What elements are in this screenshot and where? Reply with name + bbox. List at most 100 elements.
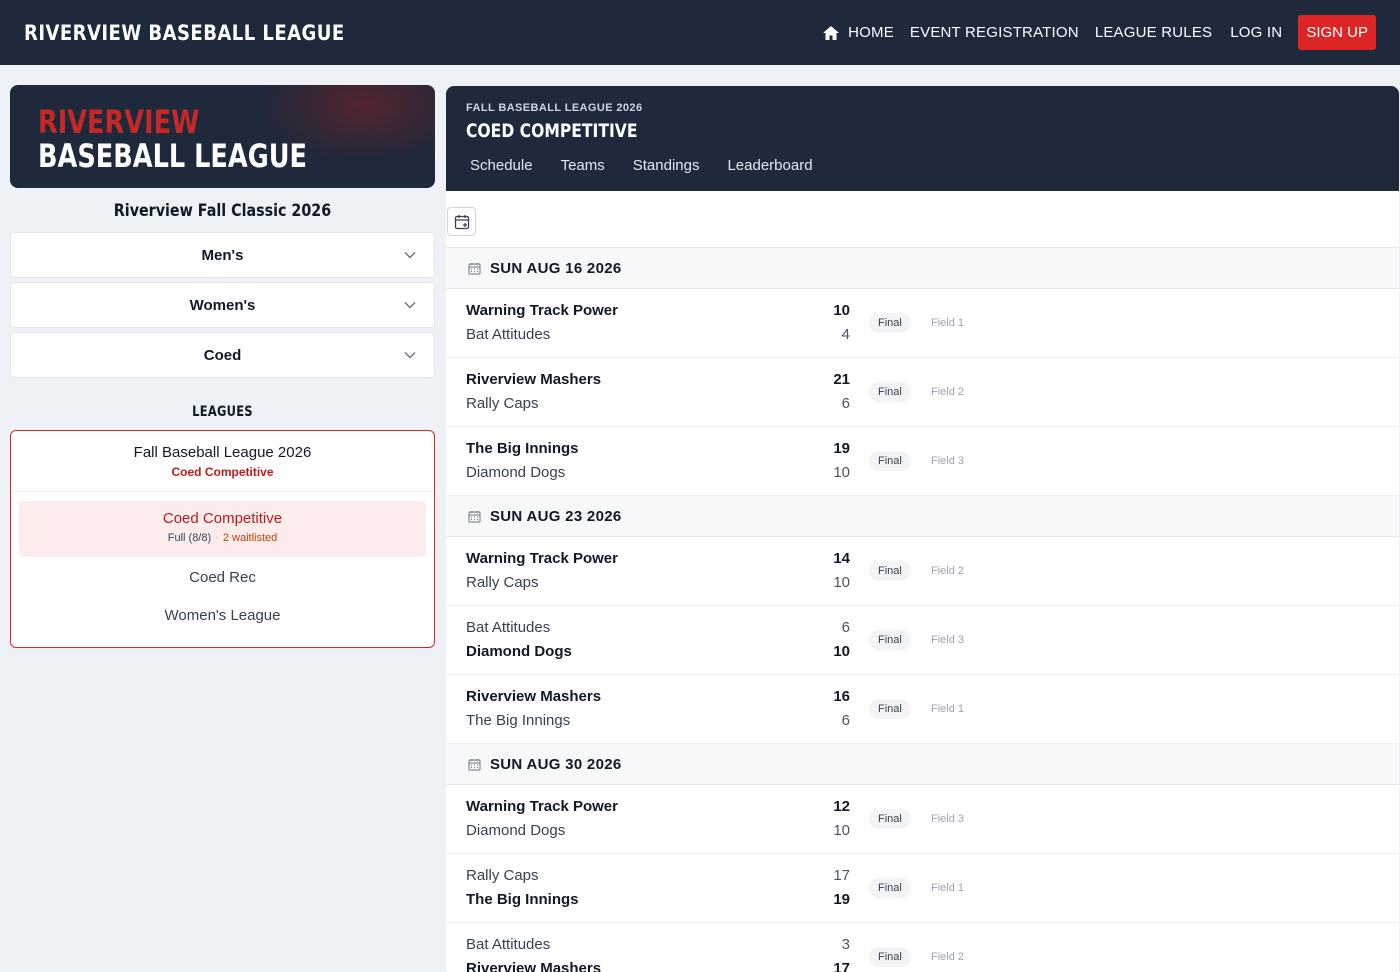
team-home-score: 3 [841, 936, 850, 953]
game-status-badge: Final [869, 382, 911, 402]
team-home-name[interactable]: Warning Track Power [466, 798, 618, 815]
team-home-score: 10 [833, 302, 850, 319]
team-away-name[interactable]: The Big Innings [466, 712, 570, 729]
game-row[interactable]: Bat Attitudes Diamond Dogs 6 10 Final Field 3 [446, 606, 1399, 675]
division-label: Men's [201, 246, 244, 264]
home-icon [823, 25, 840, 40]
nav-links: HOME EVENT REGISTRATION LEAGUE RULES LOG… [822, 15, 1376, 50]
team-home-name[interactable]: Bat Attitudes [466, 936, 550, 953]
waitlist-text: 2 waitlisted [222, 532, 278, 544]
schedule-date: SUN AUG 16 2026 [490, 259, 622, 277]
panel-header: FALL BASEBALL LEAGUE 2026 COED COMPETITI… [446, 86, 1399, 191]
team-away-score: 4 [841, 326, 850, 343]
team-home-name[interactable]: Rally Caps [466, 867, 539, 884]
game-field: Field 1 [931, 703, 965, 715]
league-card: Fall Baseball League 2026 Coed Competiti… [10, 430, 435, 648]
game-field: Field 1 [931, 882, 965, 894]
division-label: Coed [203, 346, 242, 364]
game-status-badge: Final [869, 630, 911, 650]
league-option-coed-rec[interactable]: Coed Rec [11, 559, 434, 597]
game-row[interactable]: Warning Track Power Diamond Dogs 12 10 Final… [446, 785, 1399, 854]
division-label: Women's [189, 296, 256, 314]
schedule-day-header: SUN AUG 23 2026 [446, 496, 1399, 537]
division-womens[interactable]: Women's [10, 282, 435, 328]
schedule-list: SUN AUG 16 2026 Warning Track Power Bat At… [446, 248, 1399, 972]
game-row[interactable]: Riverview Mashers The Big Innings 16 6 Final… [446, 675, 1399, 744]
team-home-score: 14 [833, 550, 850, 567]
calendar-icon [468, 758, 481, 770]
nav-league-rules-link[interactable]: LEAGUE RULES [1095, 24, 1212, 41]
game-status-badge: Final [869, 561, 911, 581]
capacity-text: Full (8/8) [167, 532, 212, 544]
team-away-score: 6 [841, 395, 850, 412]
team-home-name[interactable]: Warning Track Power [466, 550, 618, 567]
game-status-badge: Final [869, 878, 911, 898]
nav-event-registration-link[interactable]: EVENT REGISTRATION [910, 24, 1079, 41]
hero-title-line2: BASEBALL LEAGUE [38, 137, 308, 175]
chevron-down-icon [404, 352, 416, 359]
calendar-icon [468, 262, 481, 274]
team-away-name[interactable]: Riverview Mashers [466, 960, 601, 972]
top-nav: RIVERVIEW BASEBALL LEAGUE HOME EVENT REG… [0, 0, 1400, 65]
game-row[interactable]: Warning Track Power Rally Caps 14 10 Final Fi… [446, 537, 1399, 606]
league-option-coed-competitive[interactable]: Coed Competitive Full (8/8) · 2 waitlisted [19, 501, 426, 557]
schedule-toolbar [446, 191, 1399, 248]
game-field: Field 3 [931, 455, 965, 467]
game-row[interactable]: Rally Caps The Big Innings 17 19 Final Field … [446, 854, 1399, 923]
division-coed[interactable]: Coed [10, 332, 435, 378]
team-away-name[interactable]: Rally Caps [466, 395, 539, 412]
team-home-name[interactable]: Riverview Mashers [466, 371, 601, 388]
team-home-score: 12 [833, 798, 850, 815]
team-away-name[interactable]: Diamond Dogs [466, 464, 565, 481]
calendar-add-icon [454, 214, 469, 229]
schedule-date: SUN AUG 23 2026 [490, 507, 622, 525]
team-away-score: 19 [833, 891, 850, 908]
team-home-name[interactable]: The Big Innings [466, 440, 579, 457]
panel-title: COED COMPETITIVE [466, 120, 638, 142]
hero-title-line1: RIVERVIEW [38, 103, 200, 141]
sidebar: RIVERVIEW BASEBALL LEAGUE Riverview Fall… [10, 85, 435, 648]
game-status-badge: Final [869, 947, 911, 967]
game-row[interactable]: Riverview Mashers Rally Caps 21 6 Final Field… [446, 358, 1399, 427]
tab-leaderboard[interactable]: Leaderboard [727, 157, 812, 174]
leagues-heading: LEAGUES [192, 404, 253, 420]
team-away-name[interactable]: Diamond Dogs [466, 822, 565, 839]
league-selected-division: Coed Competitive [171, 465, 274, 479]
team-home-name[interactable]: Riverview Mashers [466, 688, 601, 705]
team-away-name[interactable]: Bat Attitudes [466, 326, 550, 343]
team-home-score: 21 [833, 371, 850, 388]
team-away-name[interactable]: Rally Caps [466, 574, 539, 591]
team-away-score: 10 [833, 574, 850, 591]
team-home-name[interactable]: Bat Attitudes [466, 619, 550, 636]
game-field: Field 2 [931, 386, 965, 398]
division-mens[interactable]: Men's [10, 232, 435, 278]
league-option-womens-league[interactable]: Women's League [11, 597, 434, 635]
team-away-name[interactable]: The Big Innings [466, 891, 579, 908]
tab-teams[interactable]: Teams [561, 157, 605, 174]
game-status-badge: Final [869, 699, 911, 719]
league-card-header: Fall Baseball League 2026 Coed Competiti… [11, 431, 434, 492]
team-away-name[interactable]: Diamond Dogs [466, 643, 572, 660]
league-hero-banner: RIVERVIEW BASEBALL LEAGUE [10, 85, 435, 188]
signup-button[interactable]: SIGN UP [1298, 15, 1376, 50]
team-home-score: 6 [841, 619, 850, 636]
chevron-down-icon [404, 302, 416, 309]
site-brand[interactable]: RIVERVIEW BASEBALL LEAGUE [24, 21, 345, 45]
schedule-date: SUN AUG 30 2026 [490, 755, 622, 773]
nav-home-label: HOME [848, 24, 894, 41]
nav-login-link[interactable]: LOG IN [1230, 24, 1282, 41]
game-row[interactable]: Bat Attitudes Riverview Mashers 3 17 Final Fi… [446, 923, 1399, 972]
team-away-score: 10 [833, 822, 850, 839]
game-field: Field 3 [931, 634, 965, 646]
tab-standings[interactable]: Standings [633, 157, 700, 174]
game-status-badge: Final [869, 451, 911, 471]
add-to-calendar-button[interactable] [447, 207, 476, 236]
team-home-name[interactable]: Warning Track Power [466, 302, 618, 319]
team-home-score: 17 [833, 867, 850, 884]
game-row[interactable]: The Big Innings Diamond Dogs 19 10 Final Fiel… [446, 427, 1399, 496]
game-row[interactable]: Warning Track Power Bat Attitudes 10 4 Final… [446, 289, 1399, 358]
tab-schedule[interactable]: Schedule [470, 157, 533, 174]
nav-home-link[interactable]: HOME [822, 24, 894, 41]
event-title: Riverview Fall Classic 2026 [113, 201, 332, 221]
team-away-score: 10 [833, 643, 850, 660]
